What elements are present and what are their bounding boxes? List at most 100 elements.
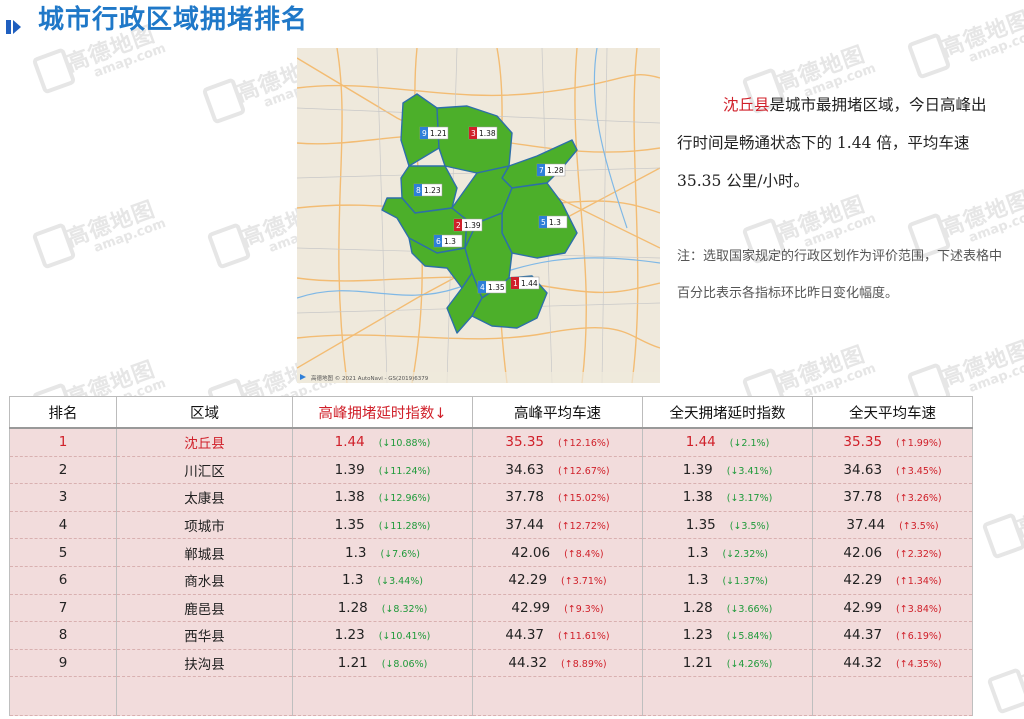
title-bar: 城市行政区域拥堵排名	[0, 0, 1024, 40]
map-marker[interactable]: 5 1.3	[538, 215, 568, 229]
amap-watermark: 高德地图amap.com	[981, 480, 1024, 560]
map-marker[interactable]: 8 1.23	[413, 183, 443, 197]
marker-value: 1.35	[488, 283, 505, 292]
watermark-site: amap.com	[91, 40, 168, 81]
day-speed-change: (↑1.99%)	[896, 438, 942, 450]
day-speed-value: 44.37	[843, 627, 883, 644]
map-marker[interactable]: 1 1.44	[510, 276, 540, 290]
header-peak-index[interactable]: 高峰拥堵延时指数↓	[292, 396, 473, 429]
peak-index-value: 1.28	[337, 599, 368, 616]
map-marker[interactable]: 2 1.39	[453, 218, 483, 232]
peak-speed-value: 37.44	[505, 517, 545, 534]
map-marker[interactable]: 6 1.3	[433, 234, 463, 248]
cell-peak-speed: 44.37 (↑11.61%)	[472, 621, 643, 650]
amap-watermark: 高德地图amap.com	[31, 190, 168, 270]
cell-district: 扶沟县	[116, 649, 293, 678]
amap-watermark: 高德地图amap.com	[906, 330, 1024, 410]
district-map[interactable]: 9 1.21 3 1.38 7 1.28 8 1.23 2 1.39 5 1.3 6 1.3 4 1.35 1 1…	[297, 48, 660, 383]
rank-value: 1	[58, 434, 68, 451]
cell-peak-index: 1.28 (↓8.32%)	[292, 594, 473, 623]
cell-peak-index: 1.3 (↓7.6%)	[292, 538, 473, 567]
empty-cell	[9, 676, 117, 717]
day-index-value: 1.28	[682, 599, 713, 616]
cell-day-index: 1.28 (↓3.66%)	[642, 594, 813, 623]
peak-speed-change: (↑12.16%)	[558, 438, 610, 450]
marker-value: 1.38	[479, 129, 496, 138]
header-day-index[interactable]: 全天拥堵延时指数	[642, 396, 813, 429]
day-speed-change: (↑4.35%)	[896, 659, 942, 671]
cell-day-speed: 34.63 (↑3.45%)	[812, 456, 973, 485]
cell-rank: 6	[9, 566, 117, 595]
district-name: 项城市	[184, 519, 225, 536]
district-name: 太康县	[184, 491, 225, 508]
header-district[interactable]: 区域	[116, 396, 293, 429]
day-index-change: (↓1.37%)	[722, 576, 769, 588]
marker-value: 1.39	[464, 221, 481, 230]
peak-index-value: 1.44	[334, 434, 365, 451]
day-index-change: (↓3.5%)	[729, 521, 770, 533]
day-index-value: 1.38	[682, 489, 713, 506]
empty-cell	[116, 676, 293, 717]
cell-district: 郸城县	[116, 538, 293, 567]
peak-index-value: 1.35	[334, 517, 365, 534]
header-peak-speed[interactable]: 高峰平均车速	[472, 396, 643, 429]
cell-peak-speed: 42.29 (↑3.71%)	[472, 566, 643, 595]
marker-value: 1.21	[430, 129, 447, 138]
marker-rank: 6	[436, 237, 441, 246]
district-name: 鹿邑县	[184, 601, 225, 618]
rank-value: 6	[58, 572, 68, 589]
marker-rank: 8	[416, 186, 421, 195]
rank-value: 7	[58, 599, 68, 616]
day-speed-change: (↑3.84%)	[896, 603, 942, 615]
header-day-speed[interactable]: 全天平均车速	[812, 396, 973, 429]
day-speed-change: (↑1.34%)	[896, 576, 942, 588]
cell-peak-speed: 37.44 (↑12.72%)	[472, 511, 643, 540]
cell-district: 沈丘县	[116, 428, 293, 457]
day-index-change: (↓3.17%)	[726, 493, 773, 505]
peak-speed-change: (↑11.61%)	[558, 631, 610, 643]
marker-value: 1.44	[521, 279, 538, 288]
rank-value: 4	[58, 517, 68, 534]
peak-speed-value: 42.99	[511, 599, 551, 616]
map-marker[interactable]: 4 1.35	[477, 280, 507, 294]
cell-district: 川汇区	[116, 456, 293, 485]
peak-index-change: (↓10.88%)	[378, 438, 431, 450]
watermark-brand: 高德地图	[1013, 487, 1024, 543]
marker-rank: 7	[539, 166, 544, 175]
rank-value: 3	[58, 489, 68, 506]
header-rank[interactable]: 排名	[9, 396, 117, 429]
table-header-row: 排名 区域 高峰拥堵延时指数↓ 高峰平均车速 全天拥堵延时指数 全天平均车速	[9, 396, 973, 429]
cell-day-speed: 37.44 (↑3.5%)	[812, 511, 973, 540]
peak-index-change: (↓7.6%)	[380, 548, 420, 560]
map-marker[interactable]: 3 1.38	[468, 126, 498, 140]
day-speed-value: 37.44	[846, 517, 886, 534]
map-attribution: 高德地图 © 2021 AutoNavi - GS(2019)6379	[311, 374, 429, 382]
marker-rank: 1	[513, 279, 518, 288]
peak-index-value: 1.3	[345, 544, 367, 561]
marker-value: 1.3	[444, 237, 456, 246]
marker-rank: 2	[456, 221, 461, 230]
table-row: 5 郸城县 1.3 (↓7.6%) 42.06 (↑8.4%) 1.3 (↓2.32%) 42.…	[9, 538, 973, 567]
day-speed-value: 42.29	[843, 572, 883, 589]
cell-day-index: 1.35 (↓3.5%)	[642, 511, 813, 540]
day-index-change: (↓2.32%)	[722, 548, 769, 560]
map-marker[interactable]: 9 1.21	[419, 126, 449, 140]
day-speed-value: 42.99	[843, 599, 883, 616]
peak-speed-change: (↑9.3%)	[564, 603, 604, 615]
table-row-empty	[9, 676, 973, 717]
peak-index-value: 1.38	[334, 489, 365, 506]
cell-district: 西华县	[116, 621, 293, 650]
peak-speed-change: (↑15.02%)	[558, 493, 610, 505]
cell-peak-speed: 42.99 (↑9.3%)	[472, 594, 643, 623]
day-index-value: 1.39	[682, 461, 713, 478]
cell-day-speed: 35.35 (↑1.99%)	[812, 428, 973, 457]
day-index-change: (↓3.41%)	[726, 465, 773, 477]
cell-day-speed: 44.32 (↑4.35%)	[812, 649, 973, 678]
map-marker[interactable]: 7 1.28	[536, 163, 566, 177]
cell-rank: 3	[9, 483, 117, 512]
cell-rank: 1	[9, 428, 117, 457]
day-speed-change: (↑3.26%)	[896, 493, 942, 505]
peak-index-change: (↓8.06%)	[381, 659, 428, 671]
cell-rank: 9	[9, 649, 117, 678]
peak-speed-value: 34.63	[505, 461, 545, 478]
